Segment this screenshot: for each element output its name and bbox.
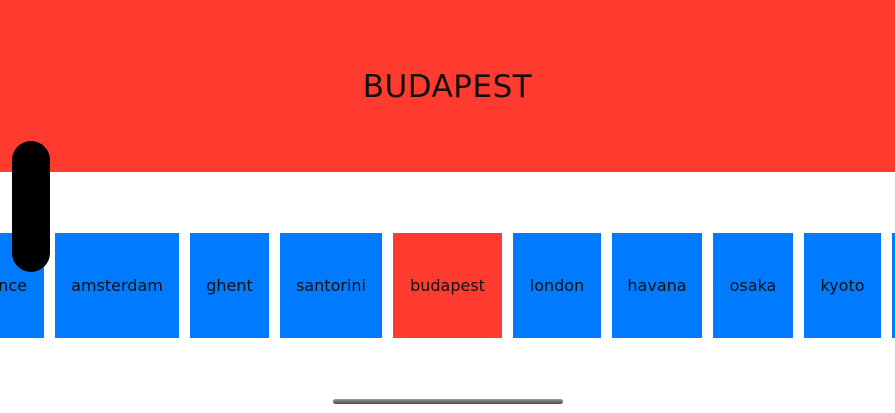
- city-item[interactable]: havana: [612, 233, 702, 338]
- city-item-label: santorini: [296, 276, 366, 295]
- city-item[interactable]: kyoto: [804, 233, 881, 338]
- device-notch: [12, 141, 50, 272]
- city-item[interactable]: amsterdam: [55, 233, 179, 338]
- city-item[interactable]: london: [513, 233, 601, 338]
- city-item-label: havana: [627, 276, 687, 295]
- city-item-label: nce: [0, 276, 27, 295]
- city-item-label: amsterdam: [71, 276, 163, 295]
- city-item[interactable]: ghent: [190, 233, 269, 338]
- selected-city-banner: BUDAPEST: [0, 0, 895, 172]
- home-indicator[interactable]: [333, 399, 563, 404]
- city-item-label: budapest: [410, 276, 485, 295]
- city-item-label: kyoto: [820, 276, 865, 295]
- city-item[interactable]: santorini: [280, 233, 382, 338]
- city-carousel[interactable]: nce amsterdam ghent santorini budapest l…: [0, 233, 895, 338]
- city-item-label: ghent: [206, 276, 253, 295]
- city-item-selected[interactable]: budapest: [393, 233, 502, 338]
- banner-title: BUDAPEST: [362, 69, 533, 105]
- app-screen: BUDAPEST nce amsterdam ghent santorini b…: [0, 0, 895, 413]
- city-item-label: osaka: [729, 276, 777, 295]
- city-item[interactable]: osaka: [713, 233, 793, 338]
- city-item-label: london: [529, 276, 585, 295]
